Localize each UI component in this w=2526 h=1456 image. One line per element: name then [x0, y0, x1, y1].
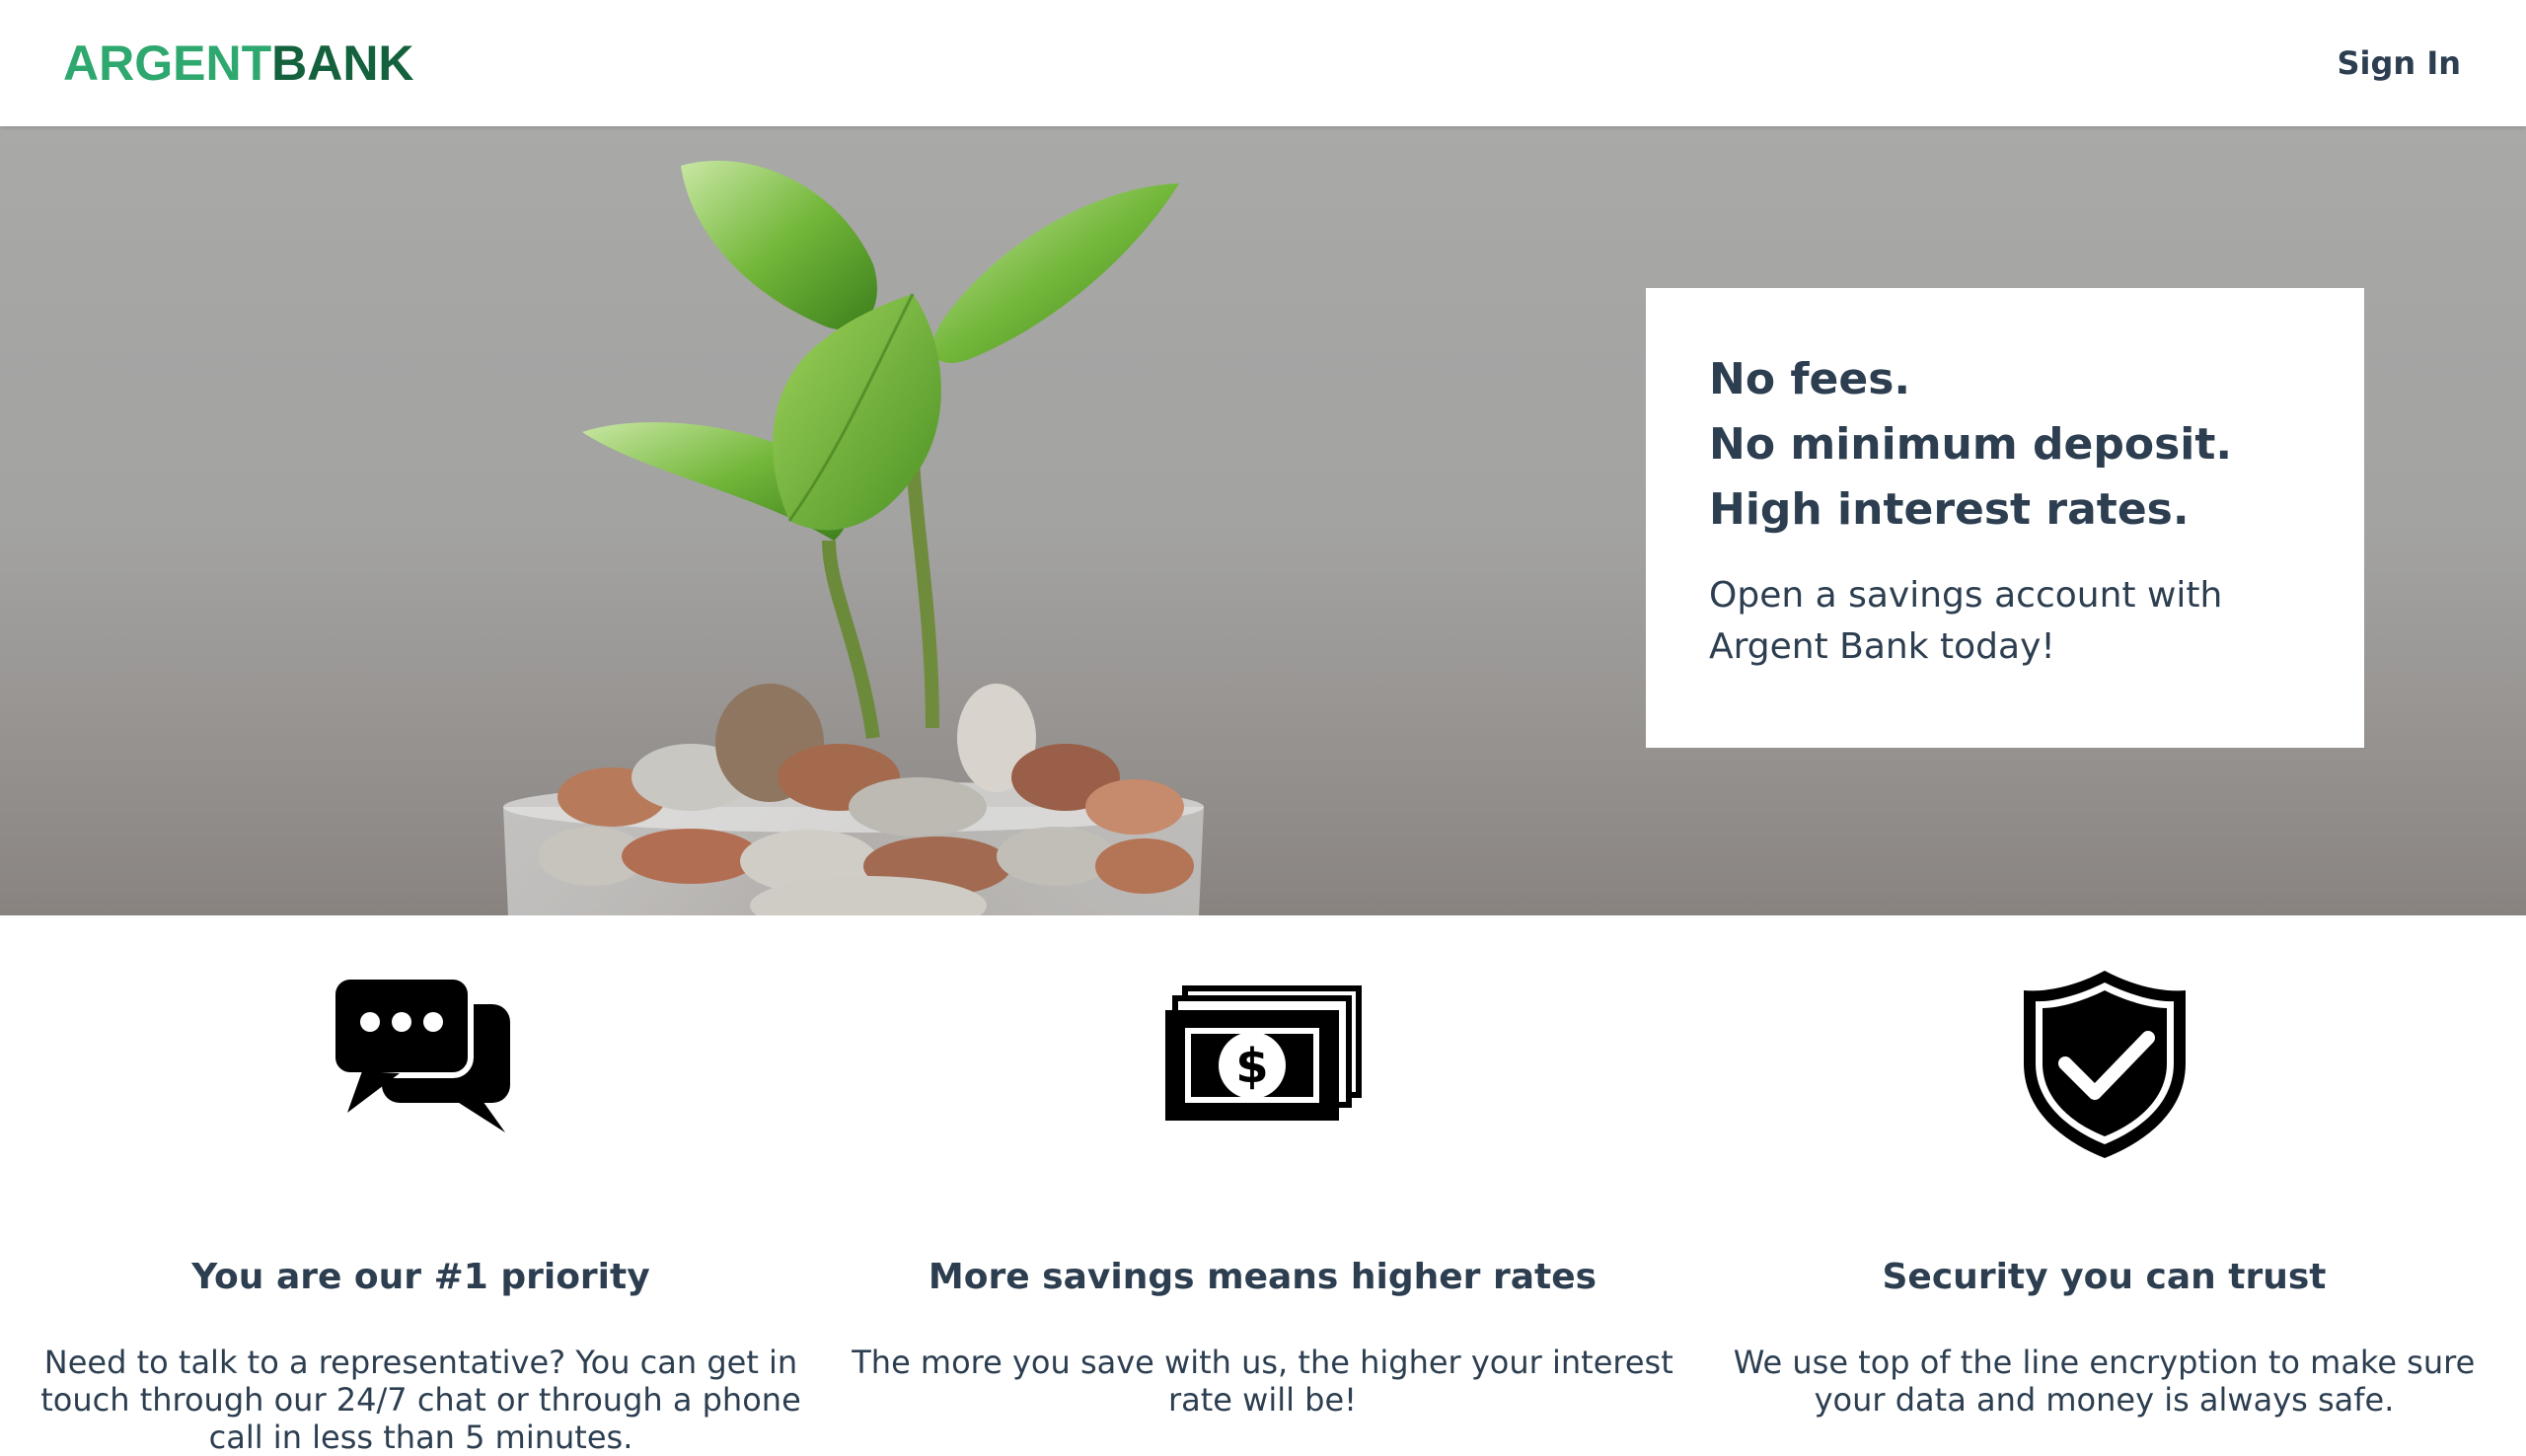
logo-text-argent: ARGENT — [63, 36, 272, 91]
feature-text: The more you save with us, the higher yo… — [852, 1344, 1673, 1419]
feature-title: More savings means higher rates — [928, 1257, 1597, 1297]
feature-title: You are our #1 priority — [191, 1257, 650, 1297]
features-section: You are our #1 priority Need to talk to … — [0, 915, 2526, 1456]
hero-banner: No fees. No minimum deposit. High intere… — [0, 126, 2526, 915]
sign-in-link[interactable]: Sign In — [2337, 44, 2461, 82]
logo-text-bank: BANK — [271, 36, 414, 91]
hero-headline-line: High interest rates. — [1709, 484, 2190, 535]
svg-text:$: $ — [1235, 1039, 1268, 1094]
feature-item: Security you can trust We use top of the… — [1683, 915, 2525, 1419]
hero-headline-line: No fees. — [1709, 354, 1911, 404]
main-nav: ARGENT BANK Sign In — [0, 0, 2526, 126]
shield-icon — [2023, 971, 2186, 1158]
chat-icon — [329, 974, 510, 1132]
hero-promo-card: No fees. No minimum deposit. High intere… — [1646, 288, 2364, 748]
money-icon: $ — [1164, 985, 1362, 1121]
feature-item: You are our #1 priority Need to talk to … — [0, 915, 842, 1456]
argent-bank-logo[interactable]: ARGENT BANK — [63, 35, 414, 92]
feature-title: Security you can trust — [1882, 1257, 2327, 1297]
hero-headline-line: No minimum deposit. — [1709, 419, 2233, 470]
feature-text: We use top of the line encryption to mak… — [1733, 1344, 2476, 1419]
feature-text: Need to talk to a representative? You ca… — [40, 1344, 801, 1456]
feature-item: $ More savings means higher rates The mo… — [842, 915, 1683, 1419]
hero-subtext: Open a savings account with Argent Bank … — [1709, 575, 2223, 667]
